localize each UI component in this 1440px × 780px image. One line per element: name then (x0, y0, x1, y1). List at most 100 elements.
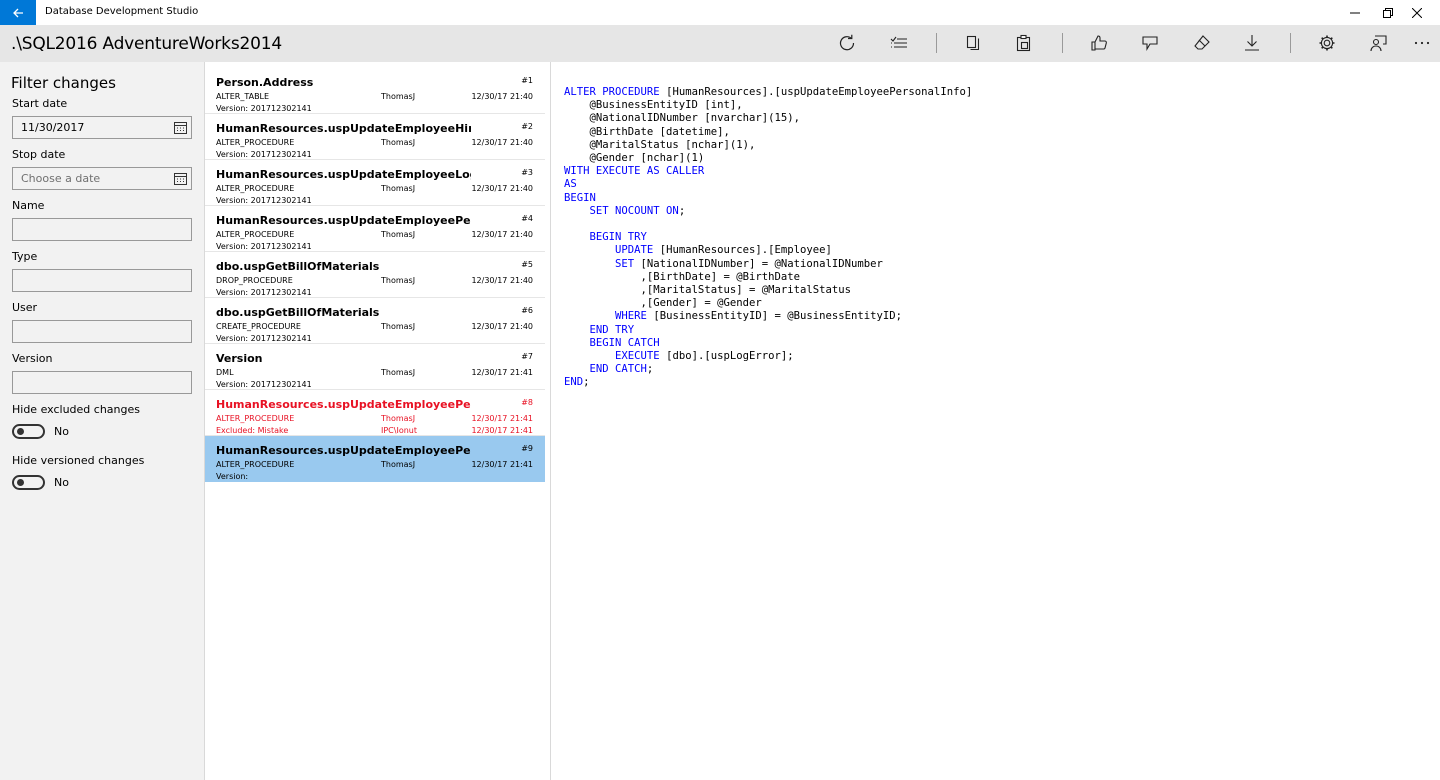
hide-excluded-toggle[interactable] (12, 424, 45, 439)
sql-text: @BirthDate [datetime], (564, 125, 730, 138)
sql-text: ,[BirthDate] = @BirthDate (564, 270, 800, 283)
change-user: ThomasJ (381, 368, 416, 377)
change-type: ALTER_PROCEDURE (216, 138, 295, 147)
change-item[interactable]: HumanResources.uspUpdateEmployeePersonal… (205, 206, 545, 252)
change-item[interactable]: dbo.uspGetBillOfMaterials #5 DROP_PROCED… (205, 252, 545, 298)
close-button[interactable] (1394, 0, 1440, 25)
start-date-value: 11/30/2017 (21, 121, 85, 134)
toolbar-separator (1062, 33, 1063, 53)
sql-keyword: SET NOCOUNT ON (589, 204, 679, 217)
checklist-icon (890, 36, 907, 48)
change-item[interactable]: HumanResources.uspUpdateEmployeeHireInfo… (205, 114, 545, 160)
change-number: #5 (521, 260, 533, 269)
download-icon (1245, 35, 1259, 51)
command-bar: .\SQL2016 AdventureWorks2014 (0, 25, 1440, 62)
refresh-button[interactable] (834, 30, 860, 56)
change-type: CREATE_PROCEDURE (216, 322, 301, 331)
change-date: 12/30/17 21:41 (471, 460, 533, 469)
sql-text: @BusinessEntityID [int], (564, 99, 743, 112)
change-number: #3 (521, 168, 533, 177)
sql-keyword: BEGIN (564, 191, 596, 204)
like-button[interactable] (1086, 30, 1112, 56)
paste-icon (1016, 34, 1031, 52)
calendar-icon (174, 173, 187, 185)
code-line: ,[MaritalStatus] = @MaritalStatus (564, 284, 972, 297)
change-list: Person.Address #1 ALTER_TABLE ThomasJ 12… (205, 62, 551, 780)
toggle-knob (17, 428, 24, 435)
change-number: #9 (521, 444, 533, 453)
name-input[interactable] (12, 218, 192, 241)
settings-icon (1319, 35, 1335, 51)
feedback-button[interactable] (1365, 30, 1391, 56)
code-line: END; (564, 376, 972, 389)
code-line: ,[Gender] = @Gender (564, 297, 972, 310)
sql-code: ALTER PROCEDURE [HumanResources].[uspUpd… (564, 86, 972, 390)
connection-title: .\SQL2016 AdventureWorks2014 (11, 34, 282, 54)
more-button[interactable] (1409, 30, 1435, 56)
version-input[interactable] (12, 371, 192, 394)
code-line: EXECUTE [dbo].[uspLogError]; (564, 350, 972, 363)
paste-button[interactable] (1011, 30, 1037, 56)
excluded-date: 12/30/17 21:41 (471, 426, 533, 435)
change-name: dbo.uspGetBillOfMaterials (216, 260, 380, 273)
change-version: Version: 201712302141 (216, 104, 312, 113)
change-type: ALTER_PROCEDURE (216, 460, 295, 469)
code-line: AS (564, 178, 972, 191)
change-version: Version: (216, 472, 249, 481)
minimize-icon (1350, 12, 1360, 13)
sql-text: ; (678, 204, 686, 217)
change-name: Version (216, 352, 263, 365)
filter-title: Filter changes (11, 74, 116, 92)
dislike-button[interactable] (1137, 30, 1163, 56)
stop-date-picker[interactable]: Choose a date (12, 167, 192, 190)
change-version: Version: 201712302141 (216, 288, 312, 297)
eraser-button[interactable] (1189, 30, 1215, 56)
exclusion-reason: Excluded: Mistake (216, 426, 289, 435)
code-line: BEGIN (564, 192, 972, 205)
start-date-picker[interactable]: 11/30/2017 (12, 116, 192, 139)
change-item[interactable]: dbo.uspGetBillOfMaterials #6 CREATE_PROC… (205, 298, 545, 344)
sql-keyword: EXECUTE (615, 350, 667, 363)
back-button[interactable] (0, 0, 36, 25)
change-user: ThomasJ (381, 184, 416, 193)
sql-keyword: WHERE (615, 310, 654, 323)
change-number: #2 (521, 122, 533, 131)
sql-text: ; (583, 376, 590, 389)
filter-pane: Filter changes Start date 11/30/2017 Sto… (0, 62, 205, 780)
more-icon (1414, 41, 1430, 45)
change-user: ThomasJ (381, 276, 416, 285)
code-line: UPDATE [HumanResources].[Employee] (564, 244, 972, 257)
code-line: ,[BirthDate] = @BirthDate (564, 271, 972, 284)
sql-text: ,[MaritalStatus] = @MaritalStatus (564, 284, 852, 297)
change-date: 12/30/17 21:40 (471, 230, 533, 239)
change-item-selected[interactable]: HumanResources.uspUpdateEmployeePersonal… (205, 436, 545, 482)
change-item[interactable]: Version #7 DML ThomasJ 12/30/17 21:41 Ve… (205, 344, 545, 390)
hide-excluded-label: Hide excluded changes (12, 403, 140, 416)
change-type: ALTER_PROCEDURE (216, 230, 295, 239)
change-item-excluded[interactable]: HumanResources.uspUpdateEmployeePersonal… (205, 390, 545, 436)
code-viewer[interactable]: ALTER PROCEDURE [HumanResources].[uspUpd… (552, 62, 1440, 780)
toggle-knob (17, 479, 24, 486)
copy-button[interactable] (960, 30, 986, 56)
hide-versioned-label: Hide versioned changes (12, 454, 145, 467)
download-button[interactable] (1239, 30, 1265, 56)
sql-keyword: BEGIN TRY (589, 231, 647, 244)
code-line: WITH EXECUTE AS CALLER (564, 165, 972, 178)
checklist-button[interactable] (886, 30, 912, 56)
user-input[interactable] (12, 320, 192, 343)
change-item[interactable]: HumanResources.uspUpdateEmployeeLogin #3… (205, 160, 545, 206)
change-number: #6 (521, 306, 533, 315)
type-input[interactable] (12, 269, 192, 292)
change-item[interactable]: Person.Address #1 ALTER_TABLE ThomasJ 12… (205, 68, 545, 114)
settings-button[interactable] (1314, 30, 1340, 56)
title-bar: Database Development Studio (0, 0, 1440, 25)
refresh-icon (839, 34, 855, 51)
hide-versioned-toggle[interactable] (12, 475, 45, 490)
